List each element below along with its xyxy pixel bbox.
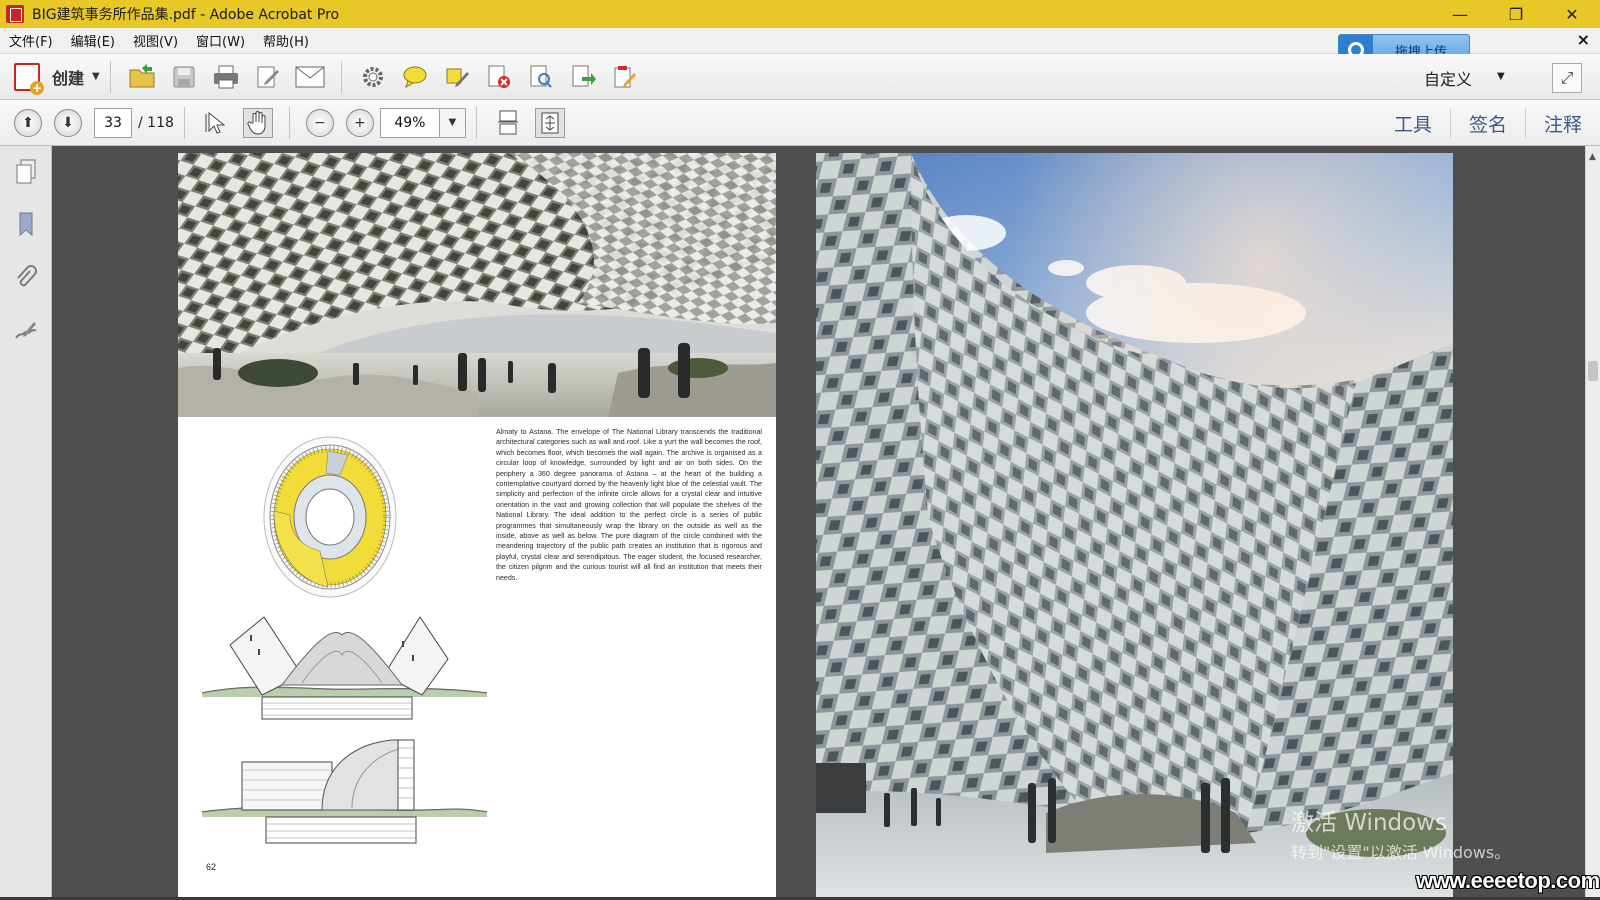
restore-button[interactable]: ❐: [1488, 0, 1544, 28]
menu-window[interactable]: 窗口(W): [187, 28, 254, 54]
hand-tool-icon[interactable]: [242, 107, 273, 138]
navigation-pane: [0, 146, 52, 900]
chevron-down-icon: ▼: [1497, 71, 1505, 82]
edit-icon[interactable]: [253, 62, 283, 92]
create-button[interactable]: 创建 ▼: [14, 59, 100, 95]
circular-floor-plan: [258, 431, 408, 601]
toolbar-divider: [475, 106, 477, 139]
minus-icon: −: [314, 114, 326, 131]
zoom-dropdown-button[interactable]: ▼: [439, 107, 466, 138]
toolbar-divider: [109, 60, 111, 93]
page-number: 62: [206, 862, 217, 872]
create-label: 创建: [52, 68, 85, 88]
select-tool-icon[interactable]: [201, 108, 231, 138]
library-courtyard-render: [816, 153, 1453, 900]
scroll-up-icon[interactable]: ▲: [1589, 152, 1596, 162]
tab-comment[interactable]: 注释: [1524, 108, 1600, 138]
fit-page-icon[interactable]: [534, 107, 565, 138]
navigation-toolbar: ⬆ ⬇ / 118 − + ▼: [0, 100, 1600, 146]
page-total: / 118: [138, 114, 174, 131]
project-description: Almaty to Astana. The envelope of The Na…: [496, 428, 762, 582]
chevron-down-icon: ▼: [448, 117, 457, 128]
previous-page-button[interactable]: ⬆: [14, 108, 42, 137]
page-number-input[interactable]: [94, 107, 132, 138]
comment-icon[interactable]: [400, 62, 430, 92]
title-bar: BIG建筑事务所作品集.pdf - Adobe Acrobat Pro — ❐ …: [0, 0, 1600, 28]
pages-panel-icon[interactable]: [13, 158, 39, 186]
task-pane-tabs: 工具 签名 注释: [1376, 100, 1600, 146]
site-watermark: www.eeeetop.com: [1416, 868, 1600, 893]
window-controls: — ❐ ✕: [1432, 0, 1600, 28]
next-page-button[interactable]: ⬇: [54, 108, 82, 137]
tab-tools[interactable]: 工具: [1376, 108, 1450, 138]
form-icon[interactable]: [610, 62, 640, 92]
vertical-scrollbar[interactable]: ▲: [1585, 146, 1600, 900]
close-document-button[interactable]: ×: [1577, 30, 1590, 49]
open-folder-icon[interactable]: [127, 62, 157, 92]
compare-icon[interactable]: [526, 62, 556, 92]
print-icon[interactable]: [211, 62, 241, 92]
windows-activation-notice: 激活 Windows 转到"设置"以激活 Windows。: [1291, 803, 1510, 863]
zoom-out-button[interactable]: −: [305, 108, 334, 137]
attachment-panel-icon[interactable]: [13, 264, 39, 292]
create-pdf-icon: [14, 62, 44, 95]
main-toolbar: 创建 ▼: [0, 54, 1600, 100]
pdf-page-right: [816, 153, 1453, 900]
zoom-level-input[interactable]: [379, 107, 440, 138]
arrow-up-icon: ⬆: [22, 114, 34, 131]
menu-help[interactable]: 帮助(H): [254, 28, 318, 54]
minimize-button[interactable]: —: [1432, 0, 1488, 28]
scroll-thumb[interactable]: [1588, 361, 1598, 381]
highlight-icon[interactable]: [442, 62, 472, 92]
signature-panel-icon[interactable]: [13, 316, 39, 344]
building-elevation-diagram: [201, 738, 488, 848]
export-icon[interactable]: [568, 62, 598, 92]
customize-menu[interactable]: 自定义: [1424, 66, 1472, 90]
bookmark-panel-icon[interactable]: [13, 210, 39, 238]
arrow-down-icon: ⬇: [62, 114, 74, 131]
email-icon[interactable]: [295, 62, 325, 92]
toolbar-divider: [288, 106, 290, 139]
chevron-down-icon: ▼: [92, 71, 100, 82]
menu-edit[interactable]: 编辑(E): [62, 28, 124, 54]
expand-icon: ⤢: [1560, 68, 1574, 87]
acrobat-logo-icon: [6, 5, 24, 23]
window-title: BIG建筑事务所作品集.pdf - Adobe Acrobat Pro: [32, 7, 340, 23]
toolbar-divider: [183, 106, 185, 139]
tab-sign[interactable]: 签名: [1449, 108, 1525, 138]
menu-file[interactable]: 文件(F): [0, 28, 62, 54]
toolbar-divider: [340, 60, 342, 93]
menu-view[interactable]: 视图(V): [124, 28, 187, 54]
pdf-page-left: Almaty to Astana. The envelope of The Na…: [178, 153, 776, 900]
activate-title: 激活 Windows: [1291, 810, 1447, 836]
building-section-diagram: [201, 615, 488, 725]
delete-page-icon[interactable]: [484, 62, 514, 92]
plus-icon: +: [354, 114, 366, 131]
settings-icon[interactable]: [358, 62, 388, 92]
zoom-in-button[interactable]: +: [345, 108, 374, 137]
scroll-mode-icon[interactable]: [493, 108, 523, 138]
save-icon[interactable]: [169, 62, 199, 92]
activate-subtitle: 转到"设置"以激活 Windows。: [1291, 843, 1511, 862]
fullscreen-button[interactable]: ⤢: [1552, 63, 1582, 93]
library-interior-render: [178, 153, 776, 417]
close-window-button[interactable]: ✕: [1544, 0, 1600, 28]
